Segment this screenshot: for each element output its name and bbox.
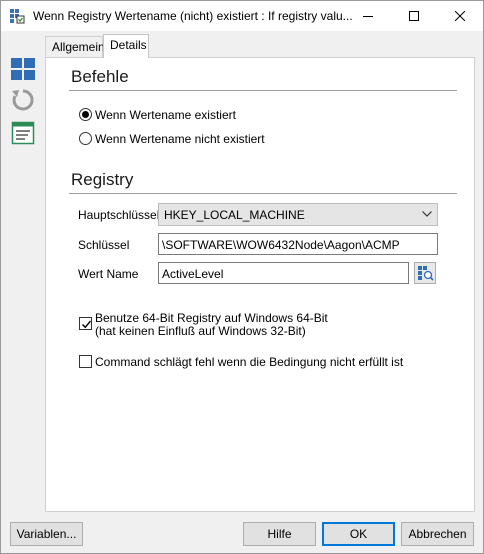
tab-allgemein[interactable]: Allgemein [45,36,105,57]
section-title-befehle: Befehle [71,67,129,86]
minimize-button[interactable] [345,1,391,31]
help-button[interactable]: Hilfe [243,522,316,546]
close-button[interactable] [437,1,483,31]
minimize-icon [363,16,373,17]
title-bar: Wenn Registry Wertename (nicht) existier… [1,1,483,31]
wertname-input[interactable]: ActiveLevel [158,262,409,284]
hauptschluessel-label: Hauptschlüssel [78,208,160,222]
chevron-down-icon [422,211,432,217]
left-toolstrip [1,31,43,511]
checkbox-64bit-label-line1: Benutze 64-Bit Registry auf Windows 64-B… [95,311,328,325]
details-panel [45,57,475,512]
ok-button[interactable]: OK [322,522,395,546]
checkmark-icon [82,320,92,329]
hauptschluessel-select[interactable]: HKEY_LOCAL_MACHINE [158,203,438,226]
checkbox-command-fail[interactable] [79,355,92,368]
form-list-icon[interactable] [11,121,35,145]
maximize-button[interactable] [391,1,437,31]
section-title-registry: Registry [71,170,134,189]
dialog-window: Wenn Registry Wertename (nicht) existier… [0,0,484,554]
section-divider [69,193,457,194]
refresh-icon[interactable] [11,88,35,112]
registry-browse-icon [418,266,434,281]
close-icon [455,11,465,21]
schluessel-input[interactable]: \SOFTWARE\WOW6432Node\Aagon\ACMP [158,233,438,255]
checkbox-command-fail-label: Command schlägt fehl wenn die Bedingung … [95,355,404,369]
section-divider [69,90,457,91]
radio-label-existiert: Wenn Wertename existiert [95,108,236,122]
app-icon [9,8,25,24]
schluessel-label: Schlüssel [78,238,130,252]
radio-wertename-nicht-existiert[interactable] [79,132,92,145]
cancel-button[interactable]: Abbrechen [401,522,474,546]
variables-button[interactable]: Variablen... [10,522,83,546]
browse-registry-button[interactable] [414,262,436,284]
maximize-icon [409,11,419,21]
wertname-label: Wert Name [78,267,139,281]
tab-details[interactable]: Details [103,34,149,58]
windows-tiles-icon[interactable] [11,58,35,82]
checkbox-64bit-label-line2: (hat keinen Einfluß auf Windows 32-Bit) [95,324,306,338]
hauptschluessel-value: HKEY_LOCAL_MACHINE [164,208,305,222]
radio-dot [82,111,89,118]
radio-label-nicht-existiert: Wenn Wertename nicht existiert [95,132,265,146]
checkbox-64bit-registry[interactable] [79,317,92,330]
window-title: Wenn Registry Wertename (nicht) existier… [33,9,353,23]
radio-wertename-existiert[interactable] [79,108,92,121]
